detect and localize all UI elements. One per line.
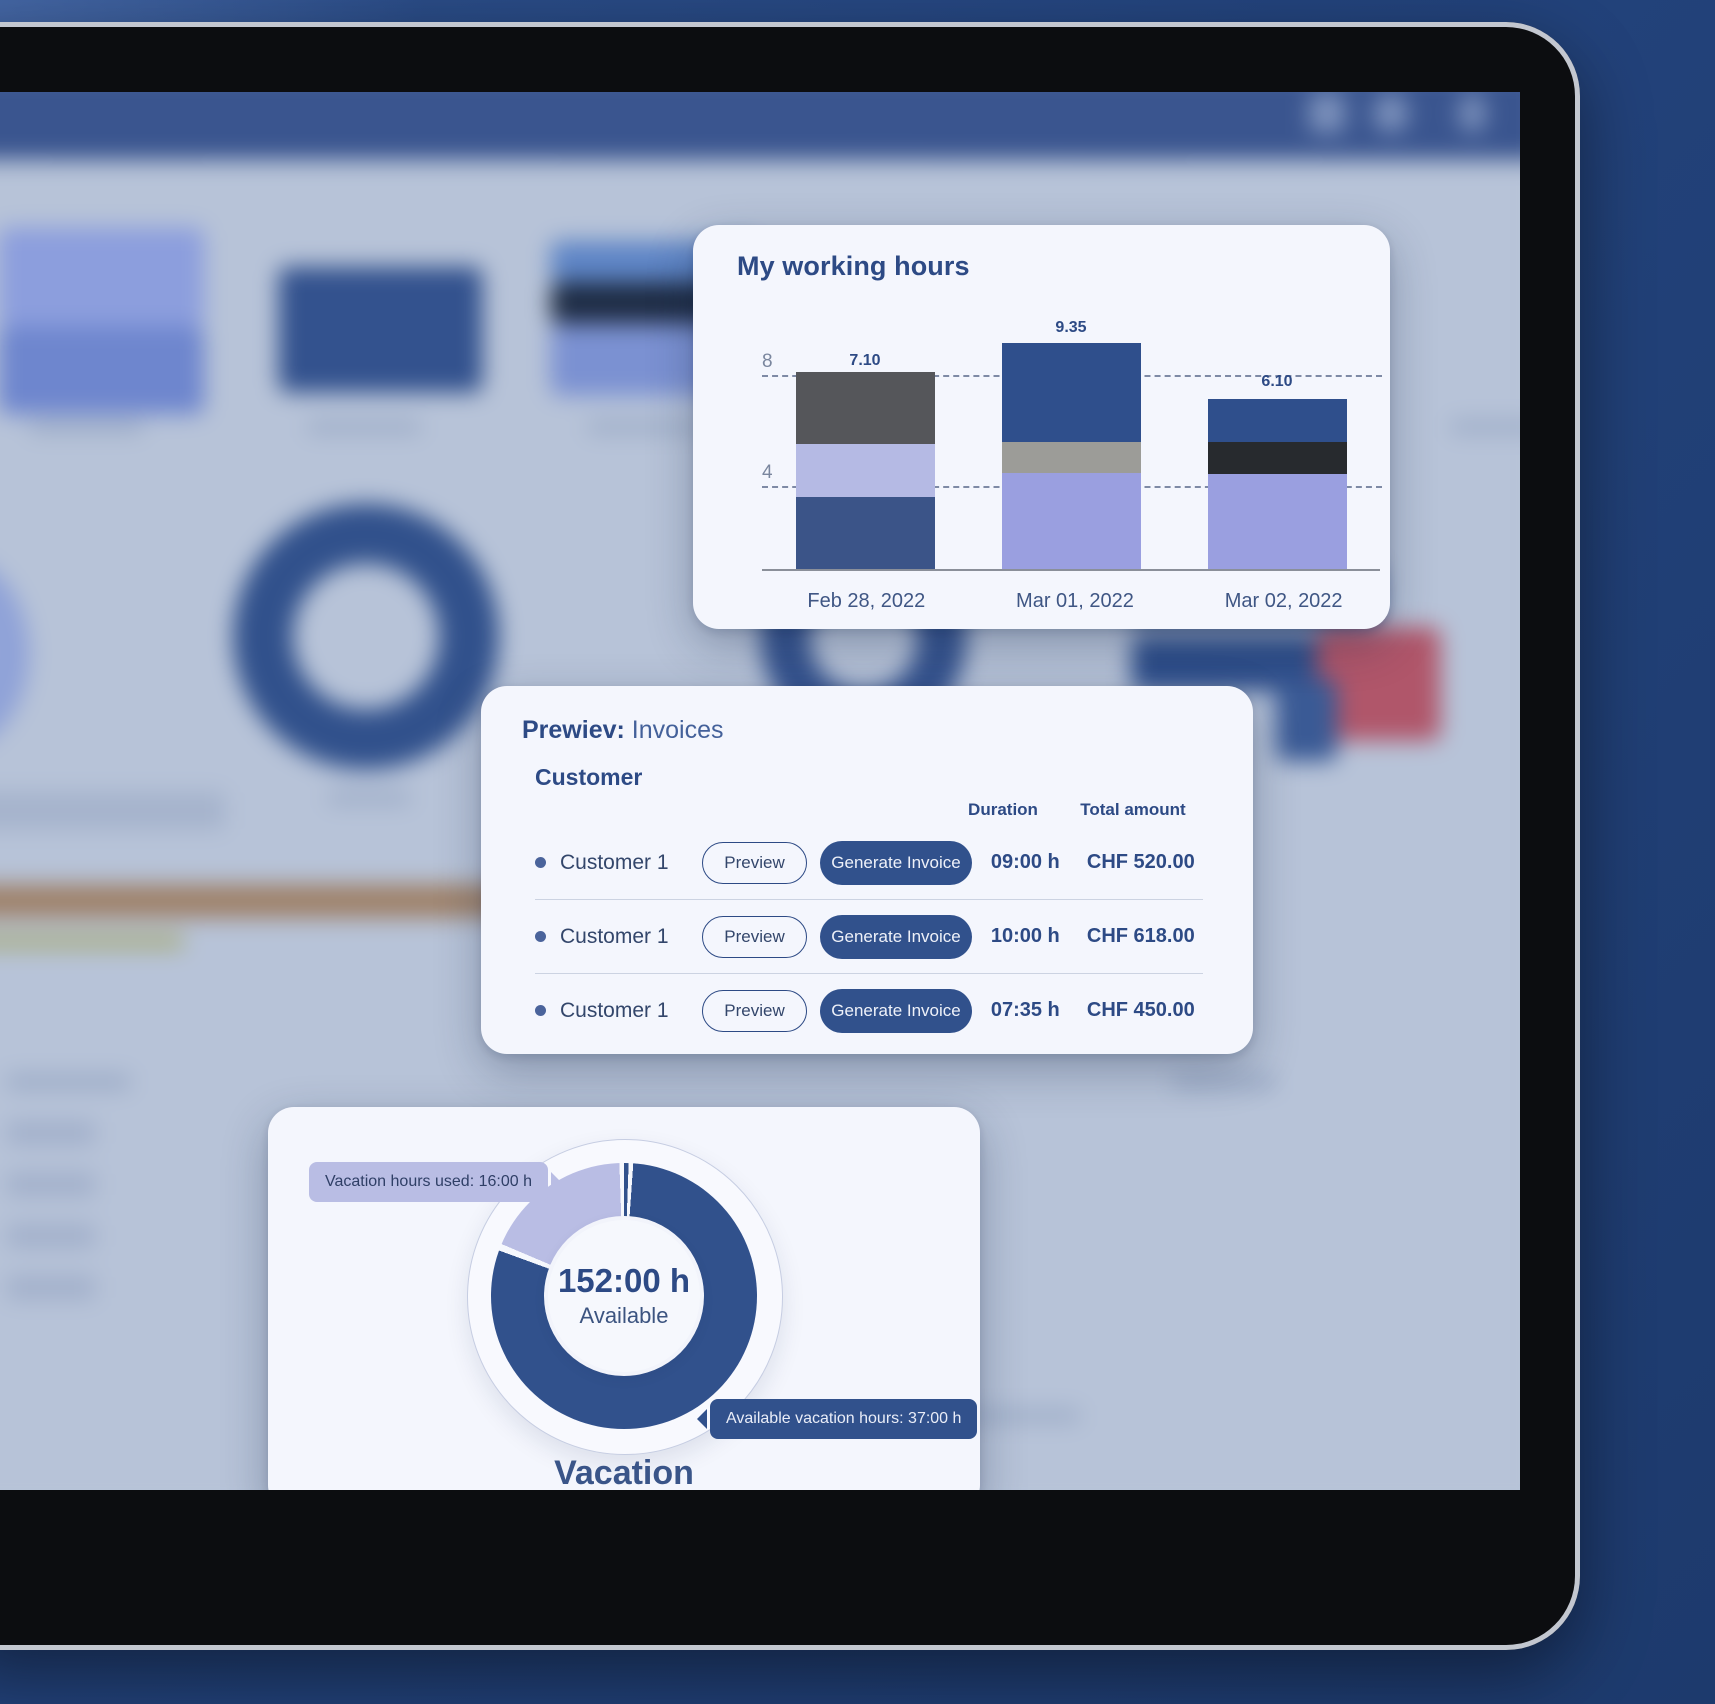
background-topbar bbox=[0, 92, 1520, 160]
table-row: Customer 1 Preview Generate Invoice 07:3… bbox=[535, 974, 1203, 1047]
generate-invoice-button[interactable]: Generate Invoice bbox=[820, 988, 972, 1033]
invoices-card-title: Prewiev: Invoices bbox=[522, 716, 724, 745]
vacation-available-label: Available bbox=[579, 1303, 669, 1329]
vacation-donut-stage: 152:00 h Available Vacation hours used: … bbox=[268, 1125, 980, 1455]
background-donut-caption bbox=[328, 792, 411, 804]
generate-invoice-button[interactable]: Generate Invoice bbox=[820, 914, 972, 959]
preview-button[interactable]: Preview bbox=[702, 915, 807, 958]
user-icon bbox=[1373, 93, 1409, 133]
background-list-item bbox=[6, 1173, 96, 1196]
invoices-table-body: Customer 1 Preview Generate Invoice 09:0… bbox=[535, 826, 1203, 1047]
background-list-item bbox=[6, 1121, 96, 1145]
tooltip-available-vacation-hours: Available vacation hours: 37:00 h bbox=[696, 1399, 978, 1439]
scene-background: My working hours 8 4 7.10 9.35 6.10 Feb … bbox=[0, 0, 1715, 1704]
status-dot-icon bbox=[535, 931, 546, 942]
background-metric-card bbox=[0, 227, 205, 327]
column-header-total-amount: Total amount bbox=[1080, 800, 1186, 819]
duration-value: 10:00 h bbox=[990, 925, 1060, 947]
background-timeline-bar bbox=[0, 792, 226, 830]
bar-segment-top-darkgrey bbox=[795, 372, 935, 444]
bar-column-mar-02[interactable]: 6.10 bbox=[1207, 343, 1347, 569]
invoices-title-prefix: Prewiev: bbox=[522, 716, 625, 744]
status-dot-icon bbox=[535, 1005, 546, 1016]
bar-segment-middle-grey bbox=[1001, 442, 1141, 473]
total-amount-value: CHF 450.00 bbox=[1086, 999, 1195, 1021]
header-spacer bbox=[535, 800, 943, 820]
background-card-caption bbox=[307, 421, 421, 433]
status-dot-icon bbox=[535, 857, 546, 868]
vacation-donut-chart[interactable]: 152:00 h Available bbox=[491, 1163, 757, 1429]
bar-column-feb-28[interactable]: 7.10 bbox=[795, 343, 935, 569]
bar-segment-bottom-blue bbox=[795, 497, 935, 569]
bar-segment-bottom-lavender bbox=[1001, 472, 1141, 569]
bar-segment-top-blue bbox=[1001, 343, 1141, 443]
customer-name: Customer 1 bbox=[560, 998, 669, 1022]
bar-total-label: 9.35 bbox=[1055, 319, 1087, 336]
background-list-title bbox=[1172, 1075, 1276, 1089]
invoices-section-label: Customer bbox=[535, 764, 643, 790]
vacation-card-title: Vacation bbox=[554, 1454, 694, 1490]
x-axis-labels: Feb 28, 2022 Mar 01, 2022 Mar 02, 2022 bbox=[762, 590, 1388, 613]
preview-button[interactable]: Preview bbox=[702, 989, 807, 1032]
preview-button[interactable]: Preview bbox=[702, 841, 807, 884]
x-axis-line bbox=[762, 569, 1380, 571]
background-metric-card bbox=[278, 266, 483, 393]
x-label-feb-28: Feb 28, 2022 bbox=[807, 590, 926, 612]
table-row: Customer 1 Preview Generate Invoice 09:0… bbox=[535, 826, 1203, 900]
working-hours-card: My working hours 8 4 7.10 9.35 6.10 Feb … bbox=[693, 225, 1390, 629]
background-metric-card bbox=[0, 326, 205, 415]
x-label-mar-02: Mar 02, 2022 bbox=[1224, 590, 1343, 612]
customer-name: Customer 1 bbox=[560, 850, 669, 874]
tooltip-vacation-hours-used: Vacation hours used: 16:00 h bbox=[309, 1162, 561, 1202]
bar-segment-bottom-lavender bbox=[1207, 474, 1347, 569]
column-header-duration: Duration bbox=[968, 800, 1038, 819]
customer-name: Customer 1 bbox=[560, 924, 669, 948]
background-donut-large bbox=[233, 503, 499, 770]
bar-total-label: 7.10 bbox=[849, 352, 881, 369]
working-hours-plot: 8 4 7.10 9.35 6.10 bbox=[726, 319, 1382, 571]
total-amount-value: CHF 618.00 bbox=[1086, 925, 1195, 947]
background-panel bbox=[1275, 678, 1338, 762]
total-amount-value: CHF 520.00 bbox=[1086, 851, 1195, 873]
vacation-card: 152:00 h Available Vacation hours used: … bbox=[268, 1107, 980, 1490]
search-icon bbox=[1458, 93, 1486, 133]
background-card-caption bbox=[29, 421, 143, 433]
background-list-item bbox=[6, 1224, 96, 1248]
background-card-caption bbox=[587, 421, 701, 433]
x-label-mar-01: Mar 01, 2022 bbox=[1016, 590, 1134, 612]
background-list-item bbox=[6, 1276, 96, 1299]
background-card-caption bbox=[1450, 421, 1520, 433]
background-timeline-bar bbox=[0, 934, 184, 949]
bar-segment-top-blue bbox=[1207, 399, 1347, 442]
invoices-table-header: Duration Total amount bbox=[535, 800, 1203, 820]
bar-group: 7.10 9.35 6.10 bbox=[762, 319, 1380, 569]
bar-segment-middle-black bbox=[1207, 442, 1347, 474]
generate-invoice-button[interactable]: Generate Invoice bbox=[820, 840, 972, 885]
donut-center: 152:00 h Available bbox=[548, 1220, 700, 1372]
bar-column-mar-01[interactable]: 9.35 bbox=[1001, 319, 1141, 569]
duration-value: 07:35 h bbox=[990, 999, 1060, 1021]
invoices-preview-card: Prewiev: Invoices Customer Duration Tota… bbox=[481, 686, 1253, 1054]
background-list-title bbox=[6, 1075, 131, 1089]
bar-total-label: 6.10 bbox=[1261, 373, 1293, 390]
doc-icon bbox=[1309, 93, 1345, 133]
vacation-available-value: 152:00 h bbox=[557, 1261, 691, 1299]
table-row: Customer 1 Preview Generate Invoice 10:0… bbox=[535, 900, 1203, 974]
bar-segment-middle-light bbox=[795, 444, 935, 497]
invoices-title-suffix: Invoices bbox=[624, 716, 724, 744]
duration-value: 09:00 h bbox=[990, 851, 1060, 873]
background-footer-note bbox=[966, 1410, 1080, 1422]
tablet-screen: My working hours 8 4 7.10 9.35 6.10 Feb … bbox=[0, 92, 1520, 1490]
working-hours-title: My working hours bbox=[737, 251, 970, 281]
